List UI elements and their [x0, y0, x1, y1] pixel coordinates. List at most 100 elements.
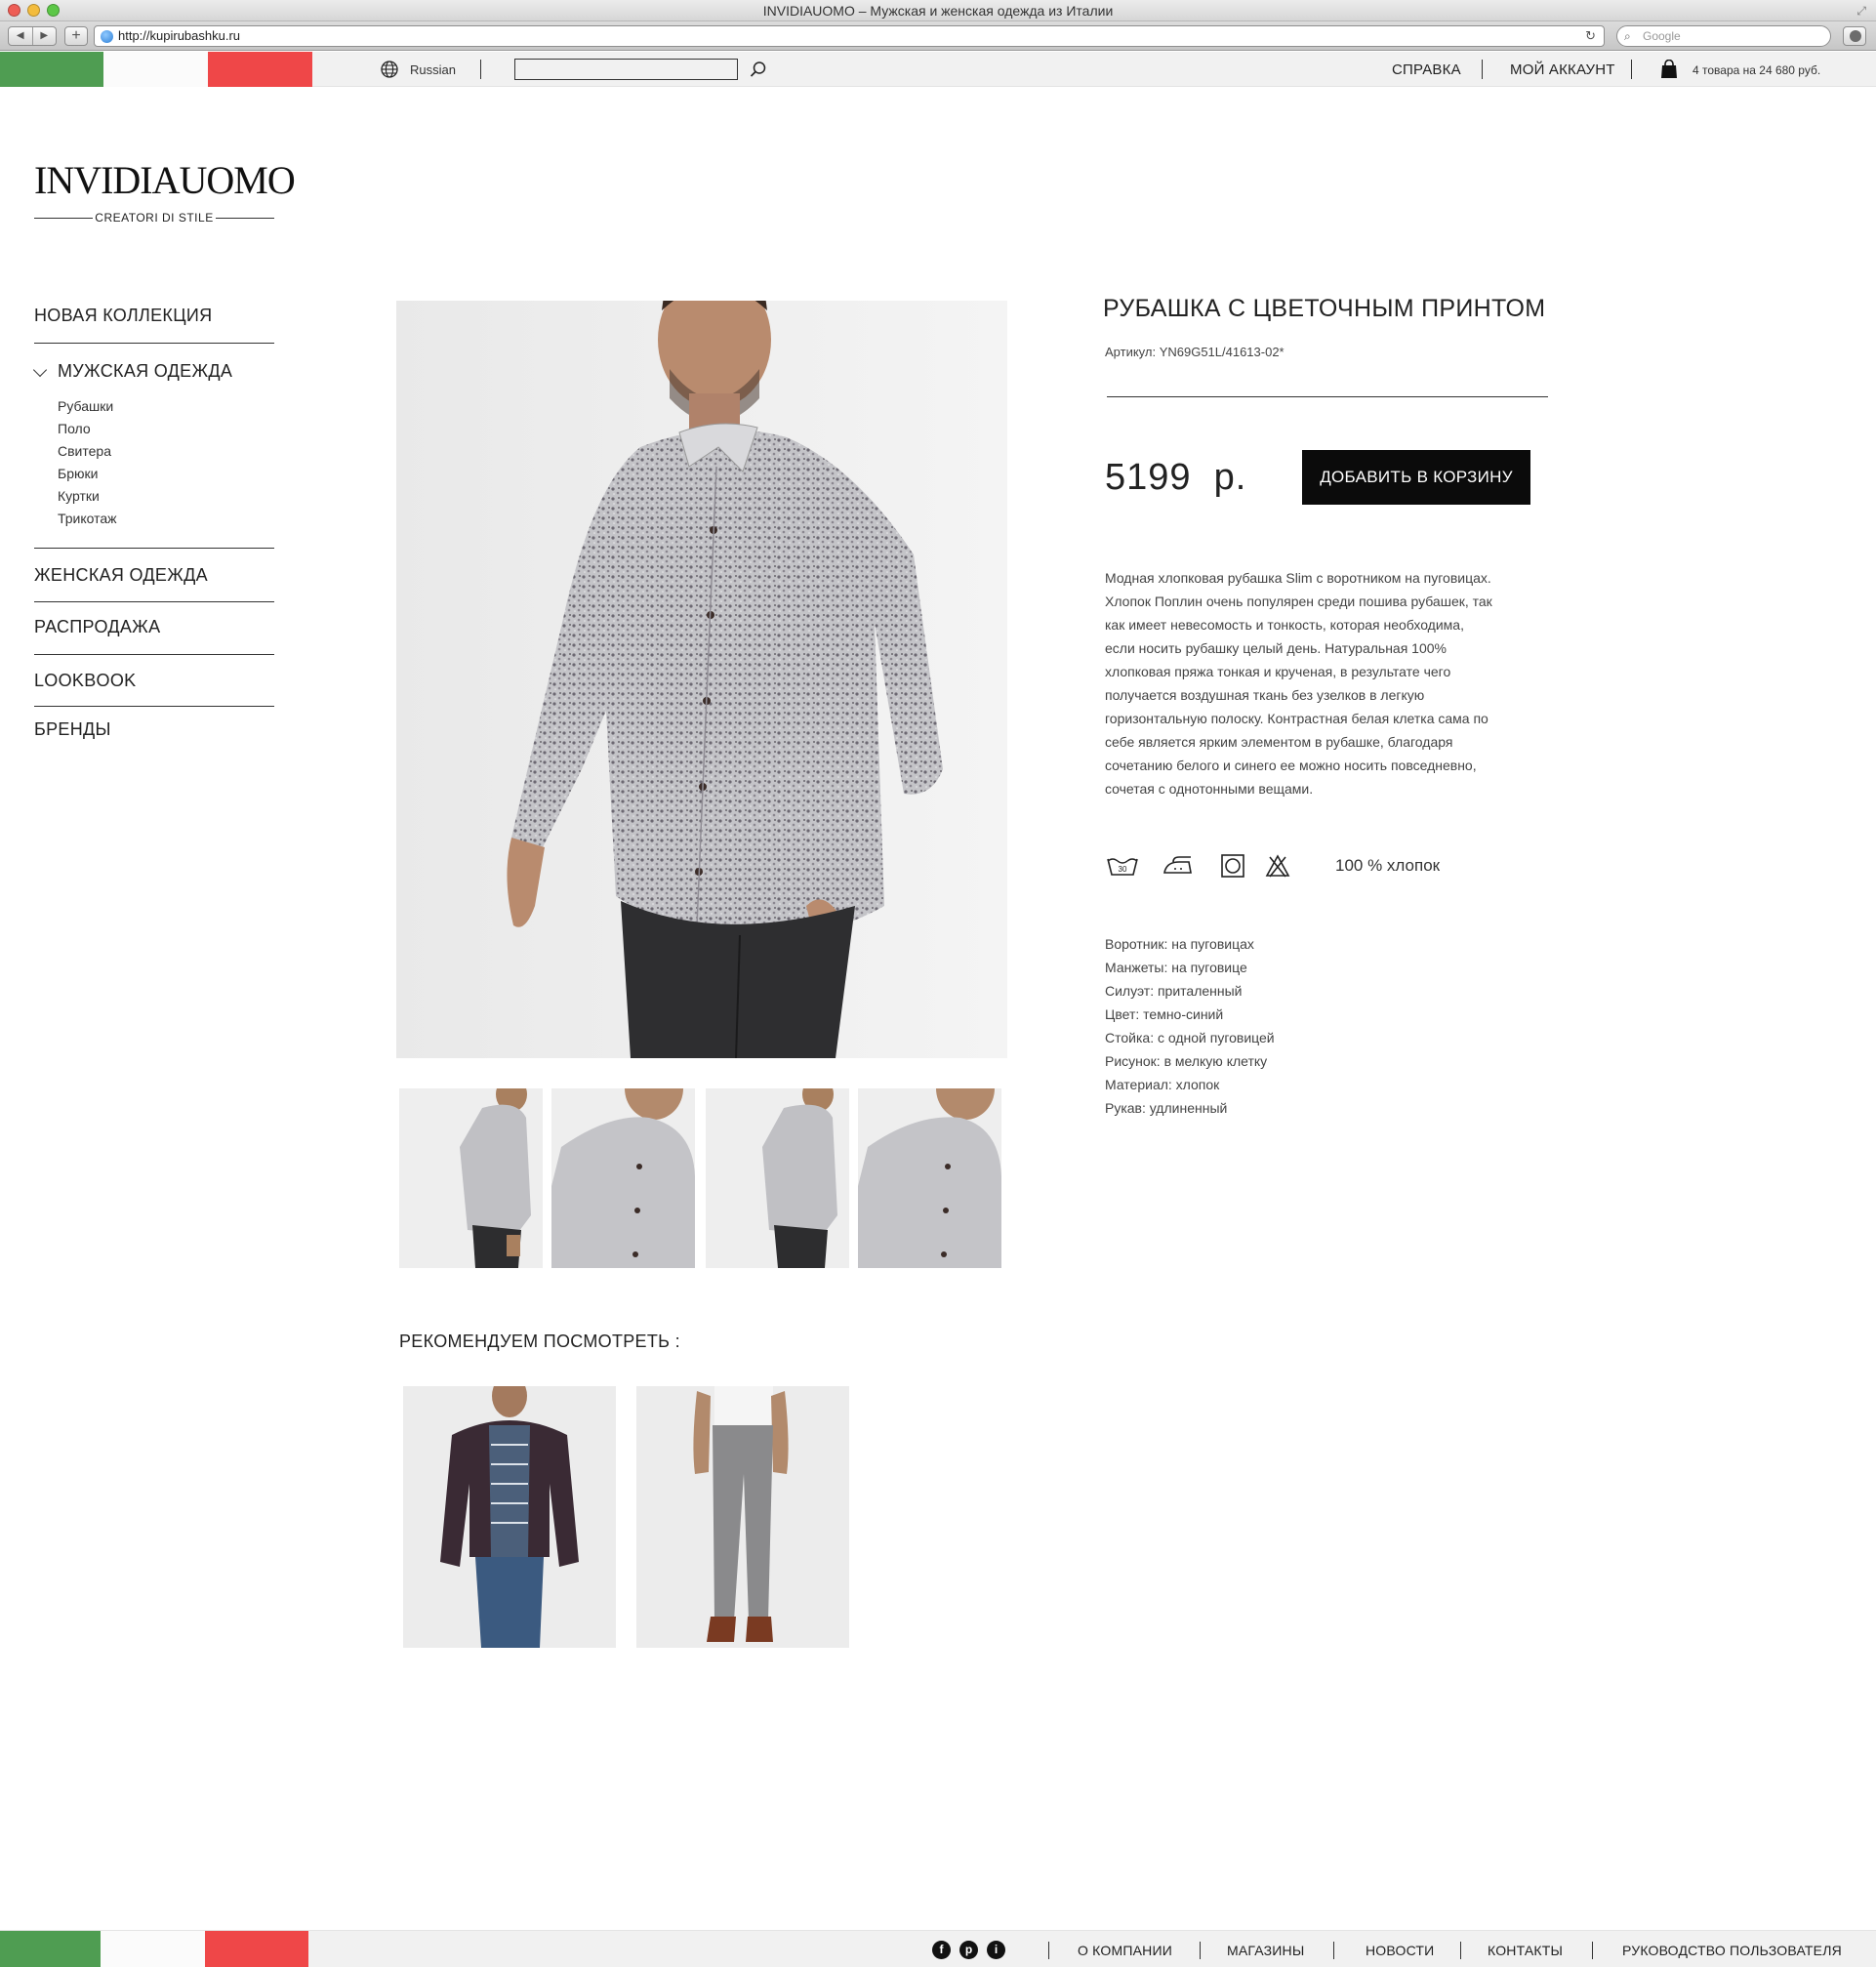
spec-line: Манжеты: на пуговице — [1105, 960, 1247, 975]
product-specs: Воротник: на пуговицах Манжеты: на пугов… — [1105, 932, 1275, 1120]
nav-womens-clothing[interactable]: ЖЕНСКАЯ ОДЕЖДА — [34, 565, 274, 586]
flag-white-stripe — [101, 1931, 205, 1967]
add-bookmark-button[interactable]: + — [64, 26, 88, 46]
recommended-product-jacket[interactable] — [403, 1386, 616, 1648]
thumbnail-side-view — [460, 1088, 531, 1268]
shopping-bag-icon[interactable] — [1660, 60, 1678, 79]
back-icon[interactable]: ◀ — [9, 27, 33, 45]
description-line: себе является ярким элементом в рубашке,… — [1105, 734, 1453, 750]
description-line: сочетанию белого и синего ее можно носит… — [1105, 758, 1477, 773]
flag-red-stripe — [205, 1931, 308, 1967]
description-line: если носить рубашку целый день. Натураль… — [1105, 640, 1447, 656]
product-thumbnail[interactable] — [706, 1088, 849, 1268]
divider — [1200, 1942, 1201, 1959]
browser-search-field[interactable]: ⌕ Google — [1616, 25, 1831, 47]
nav-divider — [34, 601, 274, 602]
spec-line: Силуэт: приталенный — [1105, 983, 1243, 999]
nav-divider — [34, 343, 274, 344]
divider — [1048, 1942, 1049, 1959]
wash-temp-label: 30 — [1119, 865, 1127, 874]
product-price: 5199 р. — [1105, 457, 1247, 498]
divider — [1592, 1942, 1593, 1959]
fullscreen-icon[interactable]: ⤢ — [1856, 4, 1866, 19]
globe-icon[interactable] — [381, 61, 398, 78]
site-logo[interactable]: INVIDIAUOMO CREATORI DI STILE — [34, 158, 296, 225]
divider — [1482, 60, 1483, 79]
description-line: как имеет невесомость и тонкость, котора… — [1105, 617, 1464, 633]
nav-divider — [34, 706, 274, 707]
nav-lookbook[interactable]: LOOKBOOK — [34, 671, 274, 691]
footer-link-about[interactable]: О КОМПАНИИ — [1078, 1943, 1172, 1958]
footer-link-news[interactable]: НОВОСТИ — [1366, 1943, 1434, 1958]
no-bleach-icon — [1265, 854, 1290, 878]
tumble-dry-icon — [1221, 854, 1244, 878]
trousers-photo — [693, 1386, 789, 1642]
nav-sub-knitwear[interactable]: Трикотаж — [58, 511, 117, 526]
back-forward-buttons: ◀ ▶ — [8, 26, 57, 46]
description-line: Хлопок Поплин очень популярен среди поши… — [1105, 594, 1492, 609]
site-search-input[interactable] — [514, 59, 738, 80]
browser-titlebar: INVIDIAUOMO – Мужская и женская одежда и… — [0, 0, 1876, 21]
divider — [1333, 1942, 1334, 1959]
pinterest-icon[interactable]: p — [959, 1941, 978, 1959]
recommended-product-trousers[interactable] — [636, 1386, 849, 1648]
help-link[interactable]: СПРАВКА — [1392, 61, 1461, 78]
site-globe-icon — [101, 30, 113, 43]
product-title: РУБАШКА С ЦВЕТОЧНЫМ ПРИНТОМ — [1103, 295, 1546, 322]
flag-white-stripe — [103, 52, 208, 87]
spec-line: Рукав: удлиненный — [1105, 1100, 1228, 1116]
search-icon[interactable] — [750, 61, 767, 78]
description-line: горизонтальную полоску. Контрастная бела… — [1105, 711, 1489, 726]
material-composition: 100 % хлопок — [1335, 856, 1441, 875]
nav-sub-shirts[interactable]: Рубашки — [58, 398, 113, 414]
nav-sale[interactable]: РАСПРОДАЖА — [34, 617, 274, 637]
url-text: http://kupirubashku.ru — [118, 28, 241, 43]
site-footer: f p i О КОМПАНИИ МАГАЗИНЫ НОВОСТИ КОНТАК… — [0, 1930, 1876, 1967]
window-title: INVIDIAUOMO – Мужская и женская одежда и… — [762, 3, 1114, 19]
flag-green-stripe — [0, 52, 103, 87]
nav-sub-polo[interactable]: Поло — [58, 421, 91, 436]
nav-sub-trousers[interactable]: Брюки — [58, 466, 98, 481]
jacket-photo — [440, 1386, 579, 1648]
recommendations-heading: РЕКОМЕНДУЕМ ПОСМОТРЕТЬ : — [399, 1332, 680, 1351]
spec-line: Рисунок: в мелкую клетку — [1105, 1053, 1268, 1069]
description-line: сочетая с однотонными вещами. — [1105, 781, 1314, 797]
product-thumbnail[interactable] — [858, 1088, 1001, 1268]
nav-new-collection[interactable]: НОВАЯ КОЛЛЕКЦИЯ — [34, 306, 274, 326]
product-thumbnail[interactable] — [399, 1088, 543, 1268]
spec-line: Цвет: темно-синий — [1105, 1006, 1224, 1022]
thumbnail-front-view — [858, 1088, 1001, 1268]
logo-tagline: CREATORI DI STILE — [34, 211, 274, 225]
nav-brands[interactable]: БРЕНДЫ — [34, 719, 274, 740]
instagram-icon[interactable]: i — [987, 1941, 1005, 1959]
thumbnail-front-view — [551, 1088, 695, 1268]
footer-link-contacts[interactable]: КОНТАКТЫ — [1488, 1943, 1563, 1958]
divider — [480, 60, 481, 79]
facebook-icon[interactable]: f — [932, 1941, 951, 1959]
language-selector[interactable]: Russian — [410, 62, 456, 77]
nav-sub-jackets[interactable]: Куртки — [58, 488, 100, 504]
footer-link-stores[interactable]: МАГАЗИНЫ — [1227, 1943, 1304, 1958]
nav-sub-sweaters[interactable]: Свитера — [58, 443, 111, 459]
chevron-down-icon[interactable] — [32, 362, 48, 378]
downloads-button[interactable] — [1843, 26, 1866, 46]
my-account-link[interactable]: МОЙ АККАУНТ — [1510, 61, 1615, 78]
wash-30-icon: 30 — [1107, 858, 1138, 876]
add-to-cart-button[interactable]: ДОБАВИТЬ В КОРЗИНУ — [1302, 450, 1530, 505]
cart-summary[interactable]: 4 товара на 24 680 руб. — [1692, 63, 1820, 77]
reload-icon[interactable]: ↻ — [1585, 26, 1596, 46]
browser-toolbar: ◀ ▶ + http://kupirubashku.ru ↻ ⌕ Google — [0, 21, 1876, 51]
site-topbar: Russian СПРАВКА МОЙ АККАУНТ 4 товара на … — [0, 52, 1876, 87]
browser-search-placeholder: Google — [1643, 29, 1681, 43]
nav-divider — [34, 548, 274, 549]
description-line: Модная хлопковая рубашка Slim с воротник… — [1105, 570, 1491, 586]
divider — [1631, 60, 1632, 79]
nav-mens-clothing[interactable]: МУЖСКАЯ ОДЕЖДА — [58, 361, 298, 382]
product-divider — [1107, 396, 1548, 397]
address-bar[interactable]: http://kupirubashku.ru ↻ — [94, 25, 1605, 47]
product-thumbnail[interactable] — [551, 1088, 695, 1268]
product-main-image[interactable] — [396, 301, 1007, 1058]
logo-wordmark: INVIDIAUOMO — [34, 158, 296, 202]
footer-link-user-guide[interactable]: РУКОВОДСТВО ПОЛЬЗОВАТЕЛЯ — [1622, 1943, 1842, 1958]
forward-icon[interactable]: ▶ — [33, 27, 57, 45]
